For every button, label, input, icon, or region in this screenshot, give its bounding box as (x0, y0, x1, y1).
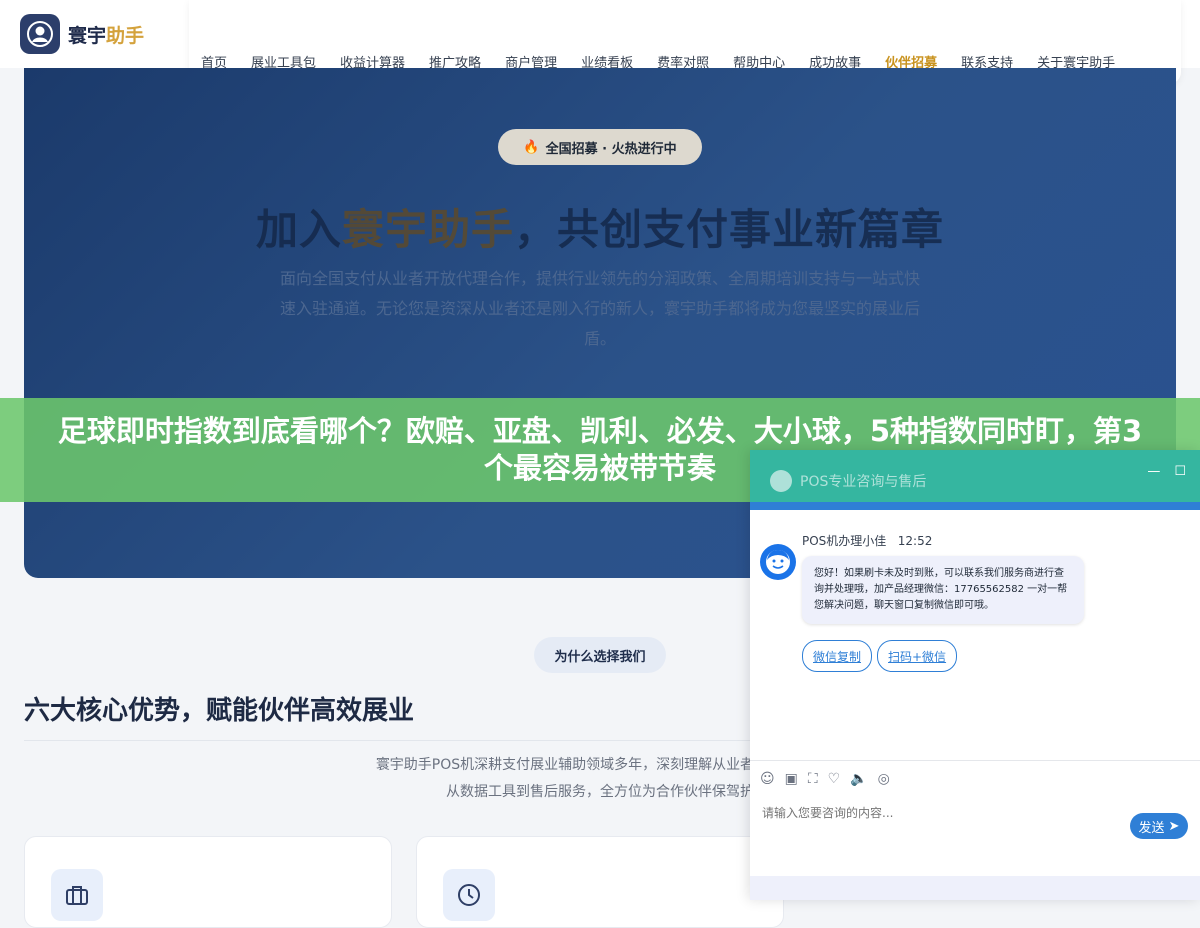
message-bubble: 您好！如果刷卡未及时到账，可以联系我们服务商进行查询并处理哦，加产品经理微信：1… (802, 556, 1084, 624)
chat-input[interactable] (760, 805, 1104, 821)
chat-messages: POS机办理小佳 12:52 您好！如果刷卡未及时到账，可以联系我们服务商进行查… (750, 510, 1200, 760)
recruit-badge-label: 全国招募 · 火热进行中 (545, 141, 677, 157)
sound-icon[interactable]: 🔈 (850, 771, 867, 787)
emoji-icon[interactable]: ☺ (760, 771, 775, 787)
chat-widget: POS专业咨询与售后 — ☐ POS机办理小佳 12:52 您好！如果刷卡未及时… (750, 450, 1200, 900)
recruit-badge: 🔥 全国招募 · 火热进行中 (498, 129, 702, 165)
logo-user-icon (20, 14, 60, 54)
chat-toolbar: ☺ ▣ ⛶ ♡ 🔈 ◎ (750, 761, 1200, 797)
briefcase-icon (51, 869, 103, 921)
screenshot-icon[interactable]: ⛶ (808, 771, 818, 787)
image-icon[interactable]: ▣ (785, 771, 798, 787)
logo-text: 寰宇助手 (68, 24, 145, 47)
section-pill: 为什么选择我们 (534, 637, 666, 673)
chat-header: POS专业咨询与售后 — ☐ (750, 450, 1200, 502)
wechat-icon[interactable]: ◎ (878, 771, 890, 787)
rate-icon[interactable]: ♡ (828, 771, 841, 787)
minimize-icon[interactable]: — (1147, 464, 1160, 479)
send-arrow-icon: ➤ (1168, 818, 1180, 834)
hero-description: 面向全国支付从业者开放代理合作，提供行业领先的分润政策、全周期培训支持与一站式快… (279, 269, 920, 348)
chat-logo-icon (770, 470, 792, 492)
chat-title: POS专业咨询与售后 (800, 474, 927, 490)
maximize-icon[interactable]: ☐ (1174, 464, 1186, 479)
chat-stripe (750, 502, 1200, 510)
hero-title: 加入寰宇助手，共创支付事业新篇章 (255, 205, 945, 254)
message-time: 12:52 (897, 534, 933, 548)
flame-icon: 🔥 (523, 139, 540, 155)
send-button[interactable]: 发送 ➤ (1130, 813, 1188, 839)
chat-input-area: 发送 ➤ (750, 797, 1200, 867)
agent-avatar-icon (760, 544, 796, 580)
quick-reply-copy-wechat[interactable]: 微信复制 (802, 640, 873, 672)
feature-card[interactable] (416, 836, 784, 928)
section-title: 六大核心优势，赋能伙伴高效展业 (24, 696, 415, 726)
feature-card[interactable] (24, 836, 392, 928)
message-sender: POS机办理小佳 12:52 (802, 534, 933, 548)
logo[interactable]: 寰宇助手 (20, 14, 144, 54)
chat-footer (750, 876, 1200, 900)
quick-reply-scan-wechat[interactable]: 扫码+微信 (877, 640, 958, 672)
clock-icon (443, 869, 495, 921)
